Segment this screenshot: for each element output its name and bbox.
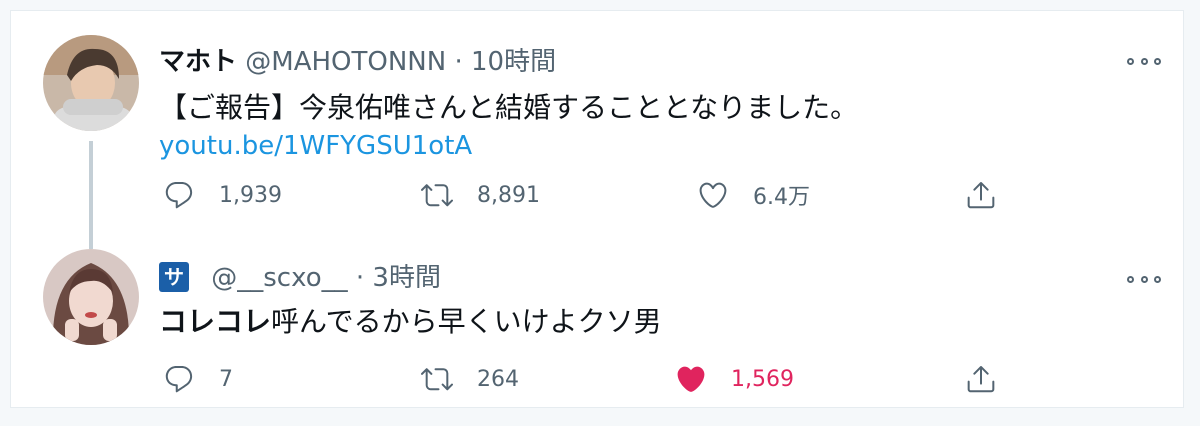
heart-icon	[699, 182, 727, 208]
tweet-text: 【ご報告】今泉佑唯さんと結婚することとなりました。	[159, 91, 859, 124]
reply-count: 7	[219, 366, 233, 392]
tweet-actions: 7 264 1,569	[159, 359, 1019, 399]
tweet-timestamp[interactable]: 10時間	[471, 47, 556, 77]
like-button[interactable]: 6.4万	[697, 175, 810, 215]
display-name[interactable]: マホト	[159, 47, 237, 77]
reply-button[interactable]: 7	[163, 359, 233, 399]
share-button[interactable]	[965, 359, 997, 399]
like-button[interactable]: 1,569	[675, 359, 794, 399]
tweet-1[interactable]: マホト @MAHOTONNN · 10時間 【ご報告】今泉佑唯さんと結婚すること…	[11, 11, 1183, 241]
reply-count: 1,939	[219, 182, 282, 208]
avatar-scxo[interactable]	[43, 249, 139, 345]
reply-button[interactable]: 1,939	[163, 175, 282, 215]
retweet-icon	[421, 368, 453, 391]
share-icon	[967, 182, 995, 209]
tweet-2[interactable]: サ @__scxo__ · 3時間 コレコレ呼んでるから早くいけよクソ男 7 2…	[11, 241, 1183, 407]
tweet-actions: 1,939 8,891 6.4万	[159, 175, 1019, 215]
separator-dot: ·	[355, 263, 365, 293]
retweet-button[interactable]: 264	[421, 359, 519, 399]
more-options-icon[interactable]	[1127, 51, 1161, 71]
like-count: 6.4万	[753, 185, 810, 210]
retweet-count: 8,891	[477, 182, 540, 208]
tweet-header: サ @__scxo__ · 3時間	[159, 261, 441, 295]
like-count: 1,569	[731, 366, 794, 392]
tweet-text-rest: 呼んでるから早くいけよクソ男	[271, 305, 662, 338]
reply-icon	[165, 181, 193, 209]
tweet-header: マホト @MAHOTONNN · 10時間	[159, 45, 556, 79]
user-handle[interactable]: @__scxo__	[211, 263, 347, 293]
tweet-link[interactable]: youtu.be/1WFYGSU1otA	[159, 129, 472, 163]
tweet-text-bold: コレコレ	[159, 305, 272, 338]
share-icon	[967, 366, 995, 393]
more-options-icon[interactable]	[1127, 269, 1161, 289]
reply-icon	[165, 365, 193, 393]
retweet-button[interactable]: 8,891	[421, 175, 540, 215]
profile-badge-icon: サ	[159, 262, 189, 292]
retweet-icon	[421, 184, 453, 207]
avatar-mahoto[interactable]	[43, 35, 139, 131]
share-button[interactable]	[965, 175, 997, 215]
tweet-timestamp[interactable]: 3時間	[372, 263, 441, 293]
user-handle[interactable]: @MAHOTONNN	[245, 47, 446, 77]
separator-dot: ·	[454, 47, 463, 77]
retweet-count: 264	[477, 366, 519, 392]
heart-filled-icon	[677, 366, 705, 392]
tweet-thread: マホト @MAHOTONNN · 10時間 【ご報告】今泉佑唯さんと結婚すること…	[10, 10, 1184, 408]
tweet-text: コレコレ呼んでるから早くいけよクソ男	[159, 303, 662, 341]
